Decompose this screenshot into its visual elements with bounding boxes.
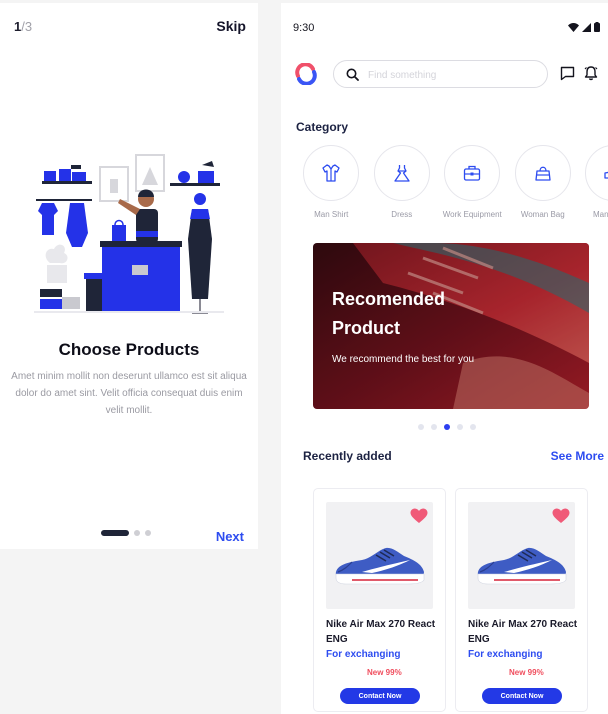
product-image [326,502,433,609]
product-card[interactable]: Nike Air Max 270 React ENG For exchangin… [455,488,588,712]
category-label: Work Equipment [442,210,502,219]
battery-icon [594,22,600,32]
banner-pagination [418,424,476,430]
recently-added-heading: Recently added [303,449,392,463]
product-name: Nike Air Max 270 React ENG [468,619,578,645]
onboarding-title: Choose Products [58,340,200,359]
banner-dot[interactable] [418,424,424,430]
category-label: Dress [391,210,413,219]
sneaker-image [477,547,567,585]
product-card[interactable]: Nike Air Max 270 React ENG For exchangin… [313,488,446,712]
product-image [468,502,575,609]
heart-icon[interactable] [410,508,428,524]
banner-dot-active[interactable] [444,424,450,430]
heart-icon[interactable] [552,508,570,524]
chat-icon[interactable] [560,66,575,81]
wifi-icon [568,23,579,32]
bell-icon[interactable] [583,65,599,81]
recommended-banner[interactable]: Recomended Product We recommend the best… [313,243,589,409]
briefcase-icon [464,165,481,181]
page-total: /3 [21,19,33,34]
category-item-woman-bag[interactable]: Woman Bag [508,145,579,221]
condition-badge: New 99% [367,668,402,677]
pagination-dot[interactable] [134,530,140,536]
page-indicator: 1/3 [14,19,32,34]
category-item-man-shirt[interactable]: Man Shirt [296,145,367,221]
banner-dot[interactable] [470,424,476,430]
category-circle [585,145,608,201]
status-icons [568,22,600,32]
category-label: Man Shoes [593,210,608,219]
product-name: Nike Air Max 270 React ENG [326,619,436,645]
next-button[interactable]: Next [216,529,244,544]
category-item-man-shoes[interactable]: Man Shoes [578,145,608,221]
canvas: 1/3 Skip Choose Products Amet minim moll… [0,0,608,714]
banner-dot[interactable] [457,424,463,430]
status-time: 9:30 [293,22,315,34]
sneaker-image [335,547,425,585]
onboarding-description: Amet minim mollit non deserunt ullamco e… [11,371,247,416]
category-item-dress[interactable]: Dress [367,145,438,221]
category-list: Man Shirt Dress Work Equipment Woman Bag… [296,145,608,221]
product-status: For exchanging [468,649,543,660]
onboarding-screen: 1/3 Skip Choose Products Amet minim moll… [0,3,258,549]
banner-dot[interactable] [431,424,437,430]
contact-now-button[interactable]: Contact Now [340,688,420,704]
banner-subtitle: We recommend the best for you [332,354,475,365]
see-more-link[interactable]: See More [551,449,604,463]
category-circle [303,145,360,201]
onboarding-pagination [101,530,151,536]
onboarding-top-bar: 1/3 Skip [0,3,258,49]
category-label: Woman Bag [520,210,565,219]
skip-button[interactable]: Skip [216,18,246,34]
search-icon [346,68,359,81]
banner-title: Recomended Product [332,289,446,338]
contact-now-button[interactable]: Contact Now [482,688,562,704]
dress-icon [394,165,410,182]
search-input[interactable] [368,66,538,84]
condition-badge: New 99% [509,668,544,677]
pagination-dot-active[interactable] [101,530,129,536]
search-bar[interactable] [333,60,548,88]
category-label: Man Shirt [314,210,349,219]
app-logo-icon[interactable] [295,63,317,85]
handbag-icon [535,166,551,181]
category-circle [444,145,501,201]
category-heading: Category [296,120,349,134]
home-screen: 9:30 Category [281,3,608,714]
category-circle [514,145,571,201]
shirt-icon [322,164,340,182]
category-circle [373,145,430,201]
signal-icon [582,23,591,32]
shop-illustration [34,154,224,314]
category-item-work-equipment[interactable]: Work Equipment [437,145,508,221]
shoe-icon [604,171,608,179]
pagination-dot[interactable] [145,530,151,536]
product-status: For exchanging [326,649,401,660]
